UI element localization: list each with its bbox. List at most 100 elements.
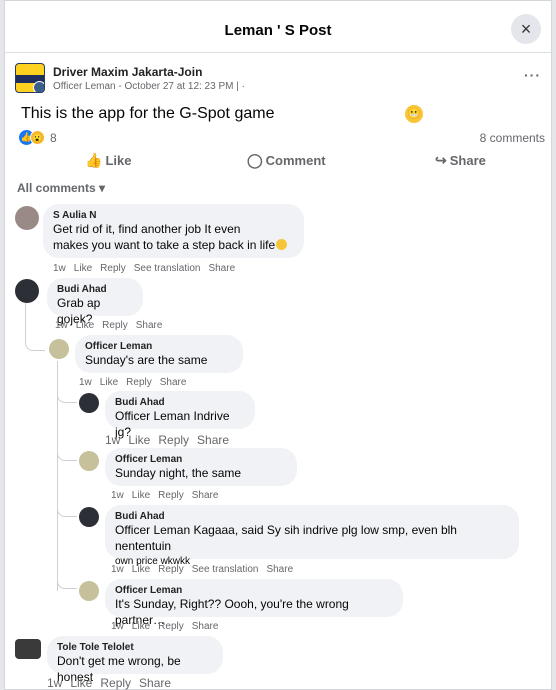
thread-line [57, 503, 77, 517]
comment-bubble: Budi Ahad Grab ap gojek? [47, 278, 143, 326]
comment-author[interactable]: Tole Tole Telolet [57, 642, 213, 653]
comment-share-link[interactable]: Share [139, 676, 171, 690]
comment-share-link[interactable]: Share [192, 621, 219, 632]
comment-actions: 1w Like Reply See translation Share [111, 564, 301, 575]
comment-text: Sunday's are the same [85, 353, 208, 367]
comment-author[interactable]: Budi Ahad [57, 284, 133, 295]
more-options-icon[interactable]: ··· [524, 67, 541, 83]
comment-like-link[interactable]: Like [76, 320, 94, 331]
comment-author[interactable]: Budi Ahad [115, 511, 509, 522]
wow-reaction-icon: 😮 [30, 130, 45, 145]
avatar[interactable] [79, 581, 99, 601]
comment-like-link[interactable]: Like [132, 564, 150, 575]
comment-text: Sunday night, the same [115, 466, 242, 480]
comment-share-link[interactable]: Share [160, 377, 187, 388]
comment-share-link[interactable]: Share [192, 490, 219, 501]
comment-age: 1w [47, 676, 63, 690]
comment-author[interactable]: Officer Leman [85, 341, 233, 352]
dialog-title: Leman ' S Post [224, 22, 332, 39]
comment-reply-link[interactable]: Reply [158, 621, 184, 632]
comment-age: 1w [111, 490, 124, 501]
dialog-header: Leman ' S Post × [5, 1, 551, 53]
avatar[interactable] [15, 279, 39, 303]
comment-like-link[interactable]: Like [132, 490, 150, 501]
comment-reply-link[interactable]: Reply [126, 377, 152, 388]
comment-like-link[interactable]: Like [74, 263, 92, 274]
comment-actions: 1w Like Reply See translation Share [53, 263, 243, 274]
comment-age: 1w [55, 320, 68, 331]
comment-reply-link[interactable]: Reply [100, 676, 131, 690]
comment-bubble: Tole Tole Telolet Don't get me wrong, be… [47, 636, 223, 684]
comment-button[interactable]: ◯ Comment [247, 152, 326, 169]
comment-reply-link[interactable]: Reply [158, 564, 184, 575]
comment-author[interactable]: Budi Ahad [115, 397, 245, 408]
comment-bubble: Budi Ahad Officer Leman Indrive jg? [105, 391, 255, 439]
avatar[interactable] [79, 507, 99, 527]
reaction-count: 8 [50, 131, 57, 145]
comment-share-link[interactable]: Share [266, 564, 293, 575]
see-translation-link[interactable]: See translation [134, 263, 201, 274]
comment-actions: 1w Like Reply Share [47, 676, 179, 690]
comment-bubble: Officer Leman Sunday night, the same [105, 448, 297, 486]
comment-actions: 1w Like Reply Share [105, 433, 237, 447]
comment-text: Officer Leman Kagaaa, said Sy sih indriv… [115, 523, 457, 553]
avatar[interactable] [15, 206, 39, 230]
comment-text: Get rid of it, find another job It even [53, 222, 241, 236]
thread-line [57, 447, 77, 461]
avatar[interactable] [79, 393, 99, 413]
avatar[interactable] [49, 339, 69, 359]
avatar[interactable] [79, 451, 99, 471]
thumbs-up-icon: 👍 [85, 152, 103, 168]
comments-count[interactable]: 8 comments [480, 131, 545, 145]
post-author[interactable]: Driver Maxim Jakarta-Join [53, 65, 202, 79]
comment-icon: ◯ [247, 152, 263, 168]
comment-bubble: S Aulia N Get rid of it, find another jo… [43, 204, 304, 258]
comment-like-link[interactable]: Like [100, 377, 118, 388]
see-translation-link[interactable]: See translation [192, 564, 259, 575]
avatar[interactable] [15, 639, 41, 659]
comment-author[interactable]: S Aulia N [53, 210, 294, 221]
comment-bubble: Officer Leman Sunday's are the same [75, 335, 243, 373]
comment-like-link[interactable]: Like [70, 676, 92, 690]
comment-like-link[interactable]: Like [132, 621, 150, 632]
comment-age: 1w [105, 433, 121, 447]
thread-line [57, 389, 77, 403]
grimace-emoji-icon: 😬 [405, 105, 423, 123]
comment-filter-dropdown[interactable]: All comments ▾ [17, 181, 105, 195]
comment-bubble: Budi Ahad Officer Leman Kagaaa, said Sy … [105, 505, 519, 567]
close-icon[interactable]: × [511, 14, 541, 44]
comment-author[interactable]: Officer Leman [115, 454, 287, 465]
comment-age: 1w [53, 263, 66, 274]
comment-actions: 1w Like Reply Share [111, 621, 226, 632]
page-avatar[interactable] [15, 63, 45, 93]
thread-line [25, 331, 45, 351]
action-bar: 👍 Like ◯ Comment ↪ Share [11, 147, 547, 175]
comment-share-link[interactable]: Share [136, 320, 163, 331]
comment-bubble: Officer Leman It's Sunday, Right?? Oooh,… [105, 579, 403, 627]
comment-reply-link[interactable]: Reply [158, 433, 189, 447]
comment-reply-link[interactable]: Reply [158, 490, 184, 501]
comment-like-link[interactable]: Like [128, 433, 150, 447]
comment-reply-link[interactable]: Reply [102, 320, 128, 331]
comment-author[interactable]: Officer Leman [115, 585, 393, 596]
comment-share-link[interactable]: Share [208, 263, 235, 274]
comment-age: 1w [111, 621, 124, 632]
like-button[interactable]: 👍 Like [85, 152, 131, 169]
comment-actions: 1w Like Reply Share [55, 320, 170, 331]
thread-line [57, 575, 77, 589]
comment-text: makes you want to take a step back in li… [53, 237, 294, 253]
profile-badge-icon [33, 81, 44, 92]
post-meta: Officer Leman - October 27 at 12: 23 PM … [53, 81, 245, 92]
share-button[interactable]: ↪ Share [435, 152, 486, 169]
comment-share-link[interactable]: Share [197, 433, 229, 447]
post-header: Driver Maxim Jakarta-Join Officer Leman … [15, 61, 545, 95]
grimace-emoji-icon [276, 239, 288, 250]
comment-actions: 1w Like Reply Share [79, 377, 194, 388]
comment-age: 1w [79, 377, 92, 388]
comment-actions: 1w Like Reply Share [111, 490, 226, 501]
share-icon: ↪ [435, 152, 447, 168]
comment-reply-link[interactable]: Reply [100, 263, 126, 274]
comment-age: 1w [111, 564, 124, 575]
post-text: This is the app for the G-Spot game [21, 105, 275, 122]
post-dialog: Leman ' S Post × Driver Maxim Jakarta-Jo… [4, 0, 552, 690]
